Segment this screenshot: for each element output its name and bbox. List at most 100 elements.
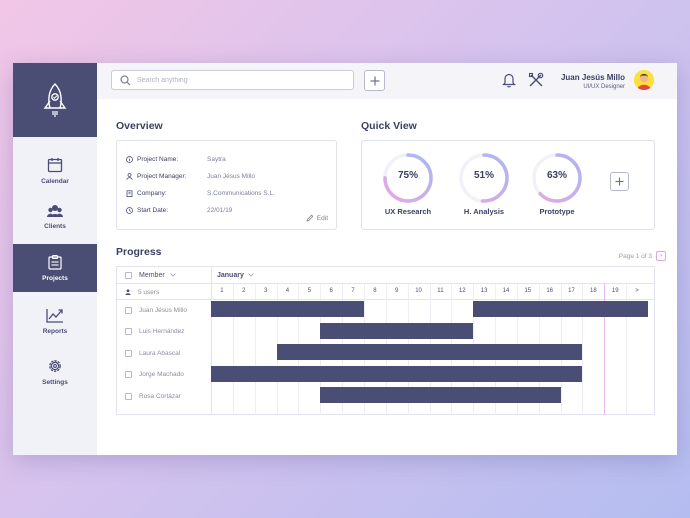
member-row[interactable]: Juan Jésus Millo xyxy=(125,302,187,318)
member-checkbox[interactable] xyxy=(125,371,132,378)
member-name: Rosa Cortázar xyxy=(139,392,181,400)
day-header-cell: 6 xyxy=(329,288,333,294)
sidebar: Calendar Clients Projects Reports Settin… xyxy=(13,63,97,455)
logo[interactable] xyxy=(13,63,97,137)
member-checkbox[interactable] xyxy=(125,392,132,400)
day-header-cell: 11 xyxy=(437,288,444,294)
next-days-button[interactable]: > xyxy=(626,283,648,299)
month-label: January xyxy=(217,271,244,279)
app-window: Calendar Clients Projects Reports Settin… xyxy=(13,63,677,455)
day-header-cell: 16 xyxy=(546,288,554,294)
overview-value: Juan Jésus Millo xyxy=(207,172,256,180)
grid-divider xyxy=(211,267,212,415)
gauge-prototype[interactable]: 63% Prototype xyxy=(530,151,584,216)
pager: Page 1 of 3 › xyxy=(619,251,666,261)
member-name: Luis Hernández xyxy=(139,328,185,335)
gauge-percent: 51% xyxy=(473,170,494,181)
overview-value: S.Communications S.L. xyxy=(207,189,275,197)
gauge-percent: 75% xyxy=(397,170,418,181)
gauge-h-analysis[interactable]: 51% H. Analysis xyxy=(457,151,511,216)
day-header-cell: 7 xyxy=(351,288,355,294)
sidebar-item-projects[interactable]: Projects xyxy=(13,244,97,292)
sidebar-item-calendar[interactable]: Calendar xyxy=(13,151,97,191)
select-all-checkbox[interactable] xyxy=(125,271,132,279)
users-count: 5 users xyxy=(125,284,159,300)
overview-value: 22/01/19 xyxy=(207,206,233,214)
pencil-icon xyxy=(306,214,314,222)
member-checkbox[interactable] xyxy=(125,349,132,357)
quick-view-title: Quick View xyxy=(361,120,417,132)
tools-icon[interactable] xyxy=(528,72,544,88)
calendar-icon xyxy=(47,158,63,173)
gantt-bar[interactable] xyxy=(276,344,583,360)
user-role: UI/UX Designer xyxy=(583,84,625,90)
manager-icon xyxy=(126,172,133,180)
member-row[interactable]: Laura Abascal xyxy=(125,345,180,361)
member-row[interactable]: Rosa Cortázar xyxy=(125,388,181,404)
quick-view-add-button[interactable] xyxy=(610,172,629,191)
next-page-button[interactable]: › xyxy=(656,251,666,261)
member-row[interactable]: Luis Hernández xyxy=(125,324,185,340)
day-header-cell: 15 xyxy=(524,288,532,294)
member-checkbox[interactable] xyxy=(125,306,132,314)
overview-value: Saytra xyxy=(207,155,226,163)
edit-label: Edit xyxy=(316,214,328,222)
building-icon xyxy=(126,189,133,197)
pager-label: Page 1 of 3 xyxy=(618,252,652,260)
member-checkbox[interactable] xyxy=(125,328,132,335)
overview-row-company: Company: S.Communications S.L. xyxy=(126,188,275,198)
users-count-label: 5 users xyxy=(138,288,160,296)
gantt-grid: Member January 5 users 1 2 3 4 5 6 7 8 9 10 11 12 13… xyxy=(116,266,655,415)
member-header[interactable]: Member xyxy=(125,267,176,283)
day-header-cell: 8 xyxy=(373,288,377,294)
add-button[interactable] xyxy=(364,70,385,91)
search-input[interactable] xyxy=(137,74,337,86)
user-name[interactable]: Juan Jesús Millo xyxy=(561,73,625,82)
overview-row-start-date: Start Date: 22/01/19 xyxy=(126,205,232,215)
plus-icon xyxy=(615,177,624,186)
member-header-label: Member xyxy=(139,271,165,279)
overview-title: Overview xyxy=(116,120,163,132)
gantt-bar[interactable] xyxy=(320,387,561,403)
gauge-ux-research[interactable]: 75% UX Research xyxy=(381,151,435,216)
month-selector[interactable]: January xyxy=(211,267,254,283)
info-icon xyxy=(126,155,133,163)
search-icon xyxy=(120,75,131,86)
avatar-image xyxy=(634,70,654,90)
gantt-bar[interactable] xyxy=(473,301,648,317)
avatar[interactable] xyxy=(634,70,654,90)
overview-label: Start Date: xyxy=(137,206,169,214)
member-name: Juan Jésus Millo xyxy=(139,306,188,314)
day-header-cell: 14 xyxy=(502,288,510,294)
edit-button[interactable]: Edit xyxy=(306,214,328,222)
gantt-bar[interactable] xyxy=(211,301,364,317)
plus-icon xyxy=(370,76,379,85)
day-header-cell: 18 xyxy=(590,288,597,294)
day-header-cell: 17 xyxy=(568,288,575,294)
gantt-bar[interactable] xyxy=(211,365,583,382)
sidebar-item-label: Reports xyxy=(42,328,68,335)
progress-title: Progress xyxy=(116,246,162,258)
sidebar-item-label: Clients xyxy=(44,223,66,230)
day-header-cell: 3 xyxy=(263,288,268,294)
chevron-down-icon xyxy=(248,273,254,277)
gantt-bar[interactable] xyxy=(320,322,474,339)
bell-icon[interactable] xyxy=(502,72,516,88)
sidebar-item-settings[interactable]: Settings xyxy=(13,353,97,391)
day-header-cell: 9 xyxy=(395,288,399,294)
overview-label: Project Manager: xyxy=(137,172,187,180)
day-header-cell: 12 xyxy=(458,288,466,294)
overview-label: Company: xyxy=(137,189,167,197)
sidebar-item-clients[interactable]: Clients xyxy=(13,199,97,235)
sidebar-item-label: Settings xyxy=(42,379,68,386)
overview-card: Project Name: Saytra Project Manager: Ju… xyxy=(116,140,337,230)
sidebar-item-reports[interactable]: Reports xyxy=(13,303,97,339)
rocket-icon xyxy=(43,83,67,117)
day-header-cell: 2 xyxy=(242,288,246,294)
reports-icon xyxy=(46,309,63,323)
top-bar: Juan Jesús Millo UI/UX Designer xyxy=(97,63,677,99)
member-row[interactable]: Jorge Machado xyxy=(125,367,184,383)
overview-label: Project Name: xyxy=(137,155,179,163)
search-box[interactable] xyxy=(111,70,354,90)
member-name: Jorge Machado xyxy=(139,371,184,378)
